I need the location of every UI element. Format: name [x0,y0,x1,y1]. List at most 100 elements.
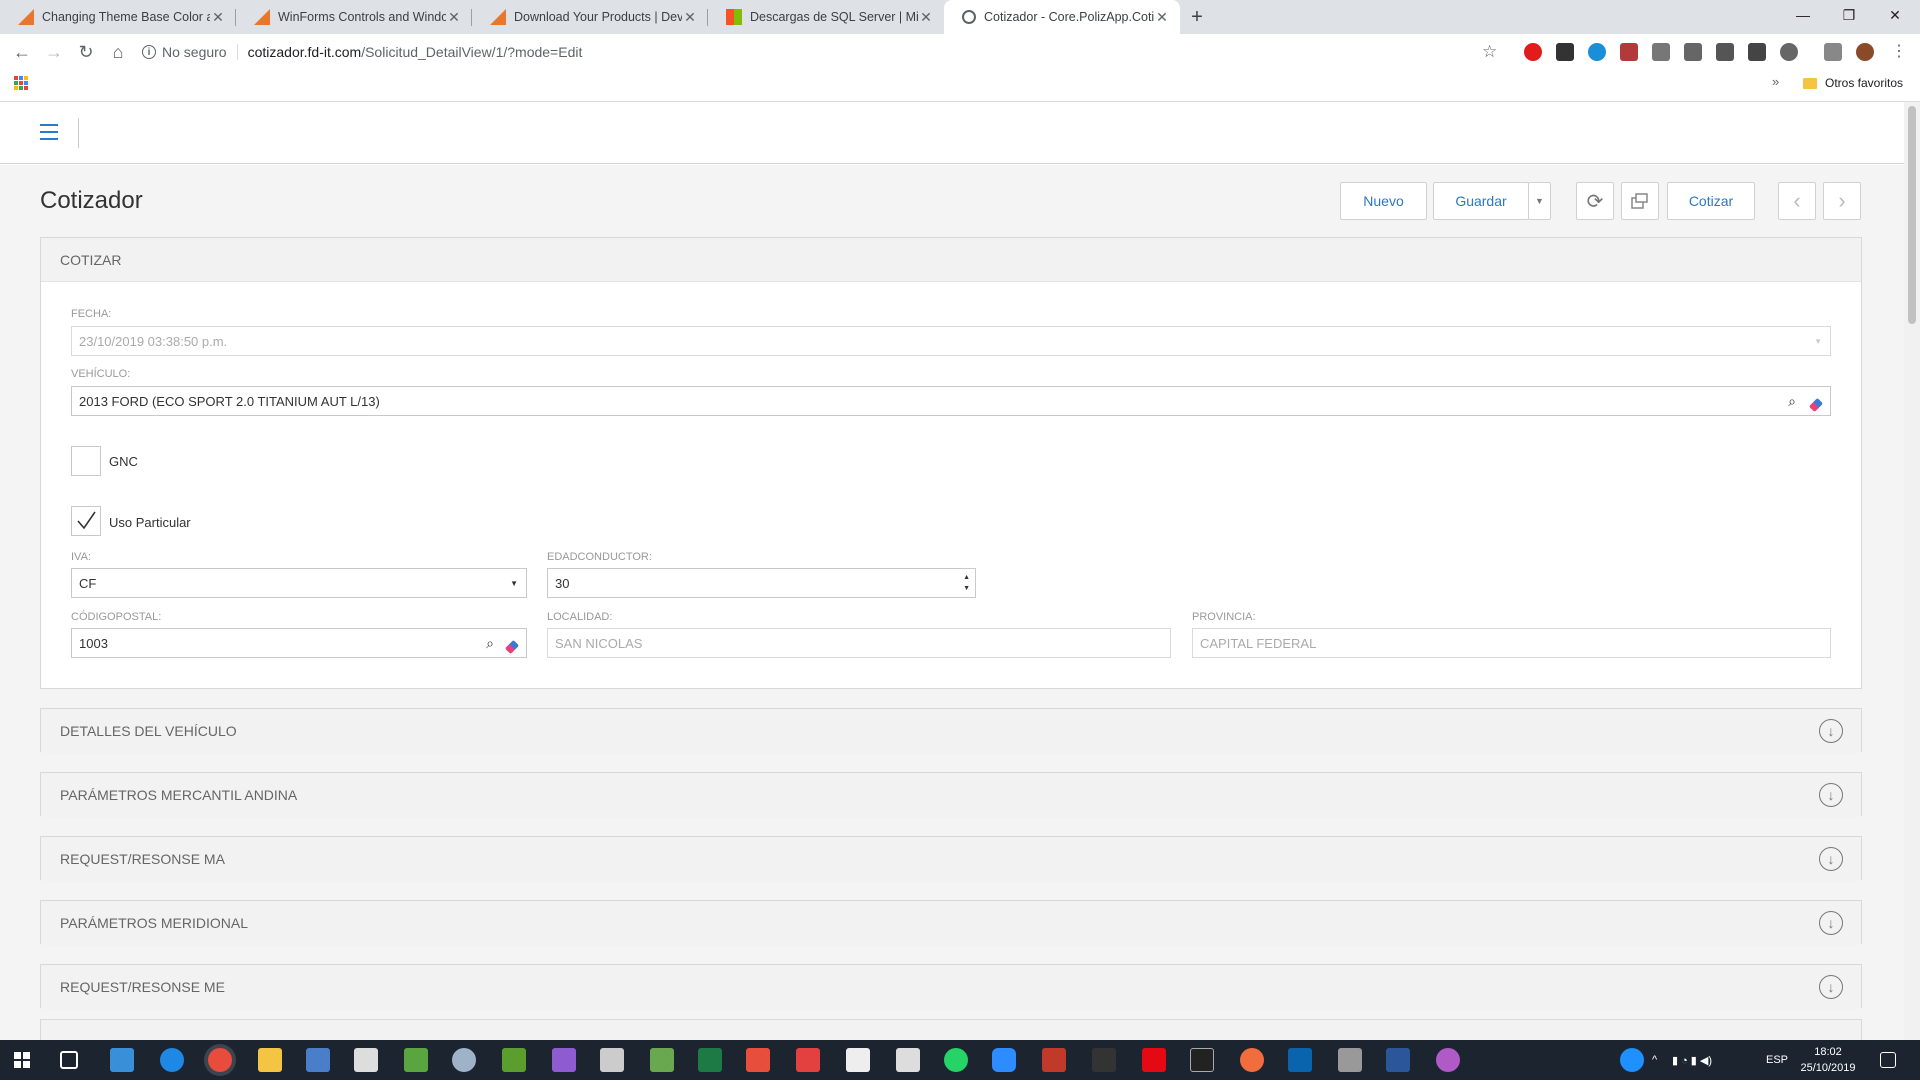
hamburger-menu-icon[interactable] [40,124,58,140]
fecha-field[interactable]: 23/10/2019 03:38:50 p.m. ▼ [71,326,1831,356]
shield-extension-icon[interactable] [1748,43,1766,61]
extension-icon[interactable] [1780,43,1798,61]
excel-icon[interactable] [698,1048,722,1072]
other-bookmarks-folder[interactable]: Otros favoritos [1803,76,1903,90]
app-icon[interactable] [306,1048,330,1072]
tab-close-icon[interactable]: ✕ [682,9,698,26]
app-icon[interactable] [1240,1048,1264,1072]
eraser-icon[interactable] [1808,397,1824,413]
whatsapp-icon[interactable] [944,1048,968,1072]
tab-close-icon[interactable]: ✕ [918,9,934,26]
restore-button[interactable]: ❐ [1826,0,1872,30]
address-bar[interactable]: i No seguro cotizador.fd-it.com/Solicitu… [142,37,1478,67]
clock[interactable]: 18:02 25/10/2019 [1800,1044,1856,1076]
tab-close-icon[interactable]: ✕ [446,9,462,26]
edad-conductor-stepper[interactable]: 30 ▲ ▼ [547,568,976,598]
minimize-button[interactable]: — [1780,0,1826,30]
vehiculo-field[interactable]: 2013 FORD (ECO SPORT 2.0 TITANIUM AUT L/… [71,386,1831,416]
new-tab-button[interactable]: + [1180,0,1214,34]
zoom-icon[interactable] [992,1048,1016,1072]
app-icon[interactable] [650,1048,674,1072]
request-response-ma-panel[interactable]: REQUEST/RESONSE MA ↓ [40,836,1862,881]
new-button[interactable]: Nuevo [1340,182,1427,220]
mail-extension-icon[interactable] [1716,43,1734,61]
opera-extension-icon[interactable] [1524,43,1542,61]
help-icon[interactable] [1620,1048,1644,1072]
spin-arrows-icon[interactable]: ▲ ▼ [963,572,970,594]
extension-icon[interactable] [1556,43,1574,61]
chevron-down-icon[interactable]: ▼ [1814,337,1822,346]
tab-close-icon[interactable]: ✕ [210,9,226,26]
app-icon[interactable] [600,1048,624,1072]
expand-arrow-icon[interactable]: ↓ [1819,975,1843,999]
vertical-scrollbar[interactable] [1904,102,1920,1040]
bookmarks-overflow-button[interactable]: » [1772,74,1779,89]
app-icon[interactable] [846,1048,870,1072]
bookmark-star-icon[interactable]: ☆ [1482,42,1497,62]
tab-close-icon[interactable]: ✕ [1154,9,1170,26]
expand-arrow-icon[interactable]: ↓ [1819,719,1843,743]
iva-select[interactable]: CF ▼ [71,568,527,598]
visual-studio-icon[interactable] [552,1048,576,1072]
word-icon[interactable] [1386,1048,1410,1072]
apps-grid-icon[interactable] [14,76,28,90]
home-icon[interactable]: ⌂ [102,36,134,68]
browser-tab-3[interactable]: Download Your Products | DevEx ✕ [472,0,708,34]
previous-record-icon[interactable]: ‹ [1778,182,1816,220]
save-dropdown-caret-icon[interactable]: ▼ [1528,182,1551,220]
camera-extension-icon[interactable] [1652,43,1670,61]
netflix-icon[interactable] [1142,1048,1166,1072]
browser-tab-active[interactable]: Cotizador - Core.PolizApp.Cotiza ✕ [944,0,1180,34]
reload-icon[interactable]: ↻ [70,36,102,68]
browser-tab-4[interactable]: Descargas de SQL Server | Micro ✕ [708,0,944,34]
edge-icon[interactable] [160,1048,184,1072]
expand-arrow-icon[interactable]: ↓ [1819,783,1843,807]
gnc-checkbox[interactable] [71,446,101,476]
notepad-icon[interactable] [404,1048,428,1072]
app-icon[interactable] [896,1048,920,1072]
app-icon[interactable] [796,1048,820,1072]
app-icon[interactable] [452,1048,476,1072]
uso-particular-checkbox[interactable] [71,506,101,536]
window-restore-icon[interactable] [1621,182,1659,220]
search-icon[interactable]: ⌕ [1788,393,1796,410]
browser-tab-2[interactable]: WinForms Controls and Window ✕ [236,0,472,34]
cast-icon[interactable] [1824,43,1842,61]
avatar[interactable] [1856,43,1874,61]
hp-extension-icon[interactable] [1588,43,1606,61]
task-view-icon[interactable] [60,1051,78,1069]
quote-button[interactable]: Cotizar [1667,182,1755,220]
windows-start-icon[interactable] [14,1052,30,1068]
tray-icons[interactable]: ▮ ◔ ▮ ◀) [1672,1040,1712,1080]
codigo-postal-field[interactable]: 1003 ⌕ [71,628,527,658]
filezilla-icon[interactable] [1042,1048,1066,1072]
outlook-icon[interactable] [1288,1048,1312,1072]
forward-arrow-icon[interactable]: → [38,36,70,68]
back-arrow-icon[interactable]: ← [6,36,38,68]
parametros-meridional-panel[interactable]: PARÁMETROS MERIDIONAL ↓ [40,900,1862,945]
productos-panel[interactable]: PRODUCTOS [40,1019,1862,1040]
detalles-vehiculo-panel[interactable]: DETALLES DEL VEHÍCULO ↓ [40,708,1862,753]
app-icon[interactable] [1436,1048,1460,1072]
refresh-icon[interactable]: ⟳ [1576,182,1614,220]
language-indicator[interactable]: ESP [1766,1040,1788,1080]
chrome-icon[interactable] [208,1048,232,1072]
request-response-me-panel[interactable]: REQUEST/RESONSE ME ↓ [40,964,1862,1009]
tray-chevron-icon[interactable]: ^ [1652,1040,1657,1080]
app-icon[interactable] [1338,1048,1362,1072]
info-icon[interactable]: i [142,45,156,59]
browser-tab-1[interactable]: Changing Theme Base Color and ✕ [0,0,236,34]
app-icon[interactable] [1092,1048,1116,1072]
search-icon[interactable]: ⌕ [486,635,494,652]
notifications-icon[interactable] [1880,1052,1896,1068]
chevron-down-icon[interactable]: ▼ [510,579,518,588]
cotizar-panel-header[interactable]: COTIZAR [41,238,1861,282]
scrollbar-thumb[interactable] [1908,106,1916,324]
store-icon[interactable] [110,1048,134,1072]
eraser-icon[interactable] [504,639,520,655]
pdf-extension-icon[interactable] [1620,43,1638,61]
kebab-menu-icon[interactable]: ⋮ [1890,43,1908,61]
app-icon[interactable] [746,1048,770,1072]
calculator-icon[interactable] [354,1048,378,1072]
file-explorer-icon[interactable] [258,1048,282,1072]
